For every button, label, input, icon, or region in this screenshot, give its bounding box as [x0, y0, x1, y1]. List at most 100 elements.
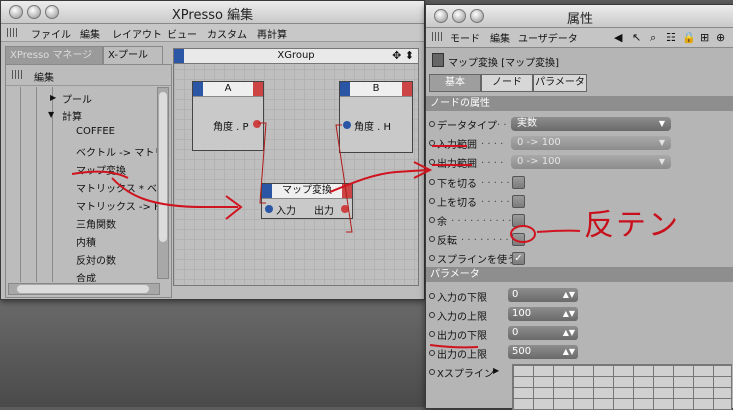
input-range-label: 入力範囲: [437, 140, 477, 151]
tab-parameters[interactable]: パラメータ: [533, 74, 587, 92]
field-value: 0: [512, 327, 519, 338]
tab-node[interactable]: ノード: [481, 74, 533, 92]
input-lower-field[interactable]: 0 ▲▼: [508, 288, 578, 302]
up-arrow-icon[interactable]: ↖: [632, 31, 641, 44]
menu-user-data[interactable]: ユーザデータ: [518, 30, 578, 45]
row-output-upper: 出力の上限 500 ▲▼: [429, 344, 589, 362]
back-arrow-icon[interactable]: ◀: [614, 31, 622, 44]
section-node-attributes: ノードの属性: [426, 96, 733, 111]
menu-custom[interactable]: カスタム: [207, 26, 247, 41]
field-value: 500: [512, 346, 532, 357]
tree-item-matrix-mul-vector[interactable]: マトリックス * ベクト: [6, 178, 158, 195]
tree-item-trigonometry[interactable]: 三角関数: [6, 214, 158, 231]
stepper-icon[interactable]: ▲▼: [563, 345, 575, 359]
input-upper-field[interactable]: 100 ▲▼: [508, 307, 578, 321]
tree-item-vector-matrix[interactable]: ベクトル -> マトリッ: [6, 142, 158, 159]
menu-layout[interactable]: レイアウト: [112, 26, 162, 41]
field-value: 0: [512, 289, 519, 300]
stepper-icon[interactable]: ▲▼: [563, 307, 575, 321]
row-clamp-upper: 上を切る. . . . .: [429, 192, 549, 210]
tree-item-matrix-hpb[interactable]: マトリックス -> HPE: [6, 196, 158, 213]
use-spline-label: スプラインを使う: [437, 255, 517, 266]
tree-item-coffee[interactable]: COFFEE: [6, 124, 158, 141]
tree-item-label: 計算: [62, 112, 82, 123]
menu-edit[interactable]: 編集: [490, 30, 510, 45]
tab-xpresso-manager[interactable]: XPresso マネージャ: [5, 46, 103, 78]
stepper-icon[interactable]: ▲▼: [563, 288, 575, 302]
tree-item-calc[interactable]: ▼ 計算: [6, 106, 158, 123]
lock-icon[interactable]: 🔒: [682, 31, 696, 44]
menu-edit[interactable]: 編集: [80, 26, 100, 41]
tree-vertical-scrollbar[interactable]: [157, 87, 169, 279]
xpresso-editor-window[interactable]: XPresso 編集 ファイル 編集 レイアウト ビュー カスタム 再計算 XP…: [0, 0, 425, 300]
node-tree: ▶ プール ▼ 計算 COFFEE ベクトル -> マトリッ マップ変換 マトリ…: [6, 87, 158, 282]
wire: [258, 122, 267, 204]
dropdown-value: 実数: [517, 118, 537, 129]
output-upper-field[interactable]: 500 ▲▼: [508, 345, 578, 359]
chevron-down-icon: ▼: [658, 119, 665, 128]
modulo-checkbox[interactable]: [512, 214, 525, 227]
output-lower-label: 出力の下限: [437, 331, 487, 342]
stepper-icon[interactable]: ▲▼: [563, 326, 575, 340]
tree-item-label: 三角関数: [76, 220, 116, 231]
tree-item-label: マトリックス * ベクト: [76, 184, 158, 195]
attributes-window[interactable]: 属性 モード 編集 ユーザデータ ◀ ↖ ⌕ ☷ 🔒 ⊞ ⊕ マップ変換 [マッ…: [425, 4, 733, 410]
row-output-lower: 出力の下限 0 ▲▼: [429, 325, 589, 343]
output-range-label: 出力範囲: [437, 159, 477, 170]
attributes-titlebar[interactable]: 属性: [426, 5, 733, 28]
menu-mode[interactable]: モード: [450, 30, 480, 45]
output-lower-field[interactable]: 0 ▲▼: [508, 326, 578, 340]
window-title: XPresso 編集: [171, 8, 254, 23]
xpresso-titlebar[interactable]: XPresso 編集: [1, 1, 424, 24]
xspline-label: Xスプライン: [437, 369, 494, 380]
spline-editor[interactable]: [512, 364, 732, 410]
settings-icon[interactable]: ☷: [666, 31, 676, 44]
input-upper-label: 入力の上限: [437, 312, 487, 323]
clamp-lower-checkbox[interactable]: [512, 176, 525, 189]
invert-checkbox[interactable]: [512, 233, 525, 246]
clamp-upper-checkbox[interactable]: [512, 195, 525, 208]
menu-bar: ファイル 編集 レイアウト ビュー カスタム 再計算: [1, 24, 424, 42]
node-editor-canvas[interactable]: XGroup ✥ ⬍ A 角度 . P B 角度 . H マップ変換 入力 出力: [173, 48, 419, 286]
output-range-dropdown[interactable]: 0 -> 100 ▼: [511, 155, 671, 169]
scroll-thumb[interactable]: [17, 285, 149, 293]
grip-icon: [7, 28, 17, 37]
tree-item-label: 内積: [76, 238, 96, 249]
input-range-dropdown[interactable]: 0 -> 100 ▼: [511, 136, 671, 150]
tree-item-range-mapper[interactable]: マップ変換: [6, 160, 158, 177]
row-output-range: 出力範囲. . . . 0 -> 100 ▼: [429, 153, 729, 171]
row-input-lower: 入力の下限 0 ▲▼: [429, 287, 589, 305]
scroll-thumb[interactable]: [159, 92, 167, 242]
expand-right-icon[interactable]: ▶: [50, 93, 56, 102]
grip-icon: [12, 70, 22, 79]
menu-file[interactable]: ファイル: [31, 26, 71, 41]
tab-basic[interactable]: 基本: [429, 74, 481, 92]
tab-x-pool[interactable]: X-プール: [103, 46, 163, 65]
attributes-toolbar: モード 編集 ユーザデータ ◀ ↖ ⌕ ☷ 🔒 ⊞ ⊕: [426, 28, 733, 48]
row-invert: 反転. . . . . . . .: [429, 230, 549, 248]
tree-item-label: マップ変換: [76, 166, 126, 177]
expand-down-icon[interactable]: ▼: [48, 110, 54, 119]
tree-item-label: ベクトル -> マトリッ: [76, 148, 158, 159]
x-pool-panel: 編集 ▶ プール ▼ 計算 COFFEE ベクトル -> マトリッ マップ変換 …: [5, 64, 172, 298]
tree-horizontal-scrollbar[interactable]: [8, 283, 160, 295]
search-icon[interactable]: ⌕: [650, 31, 656, 45]
tree-item-label: 合成: [76, 274, 96, 282]
row-xspline: Xスプライン ▶: [429, 363, 509, 381]
new-window-icon[interactable]: ⊞: [700, 31, 709, 44]
tree-item-negate[interactable]: 反対の数: [6, 250, 158, 267]
use-spline-checkbox[interactable]: ✓: [512, 252, 525, 265]
menu-recalculate[interactable]: 再計算: [257, 26, 287, 41]
dropdown-value: 0 -> 100: [517, 137, 561, 148]
handwritten-note: 反テン: [584, 208, 680, 243]
pool-edit-menu[interactable]: 編集: [34, 69, 54, 84]
clamp-lower-label: 下を切る: [437, 179, 477, 190]
add-icon[interactable]: ⊕: [716, 31, 725, 44]
expand-right-icon[interactable]: ▶: [493, 366, 499, 375]
tree-item-compose[interactable]: 合成: [6, 268, 158, 282]
datatype-dropdown[interactable]: 実数 ▼: [511, 117, 671, 131]
menu-view[interactable]: ビュー: [167, 26, 197, 41]
tree-item-dot-product[interactable]: 内積: [6, 232, 158, 249]
row-datatype: データタイプ. . 実数 ▼: [429, 115, 729, 133]
tree-item-pool[interactable]: ▶ プール: [6, 89, 158, 106]
